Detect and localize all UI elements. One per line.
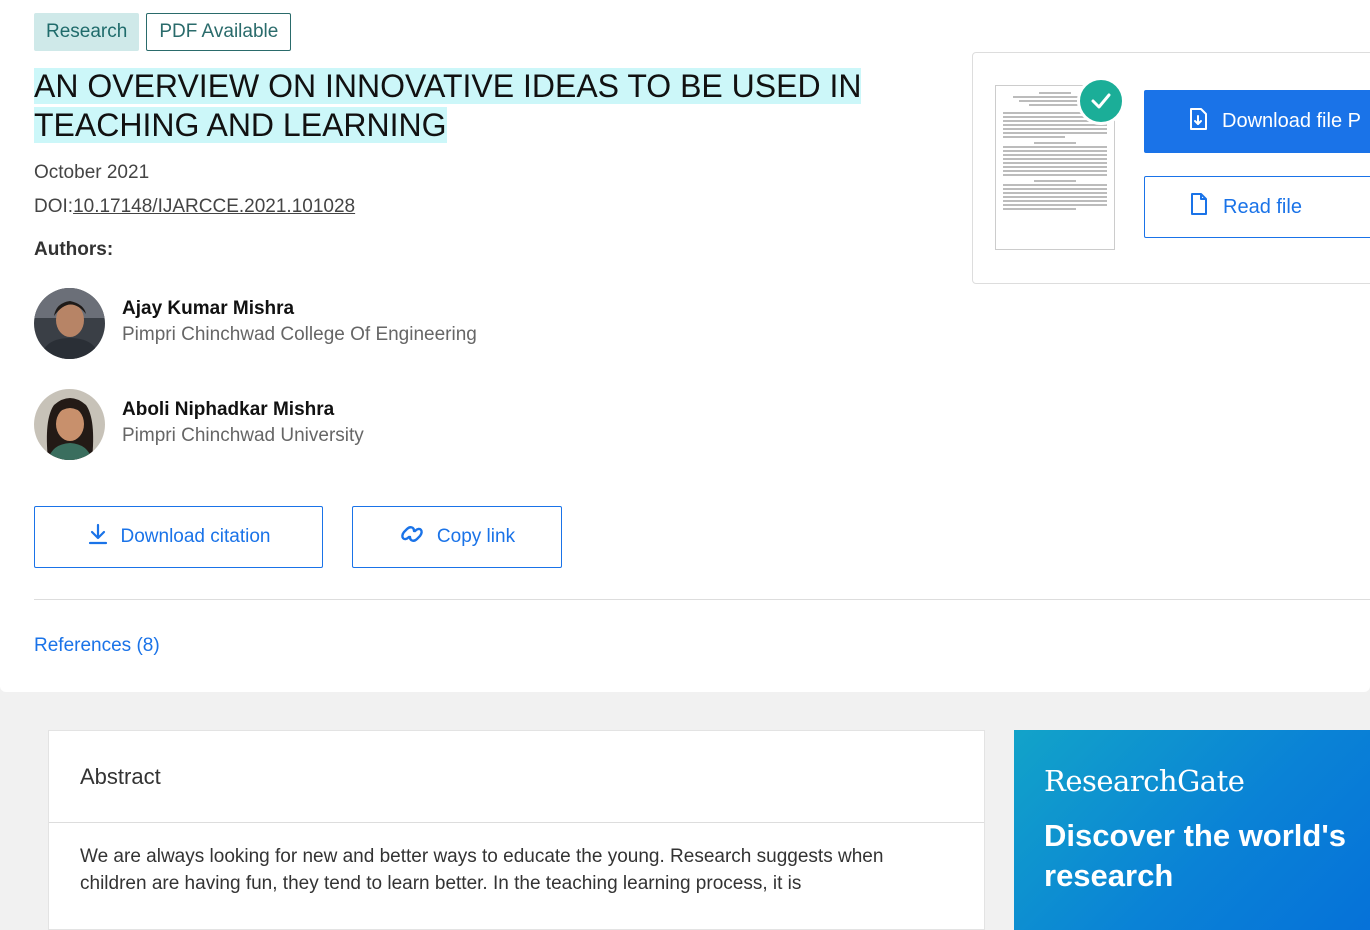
promo-headline: Discover the world's research <box>1044 818 1346 893</box>
abstract-text: We are always looking for new and better… <box>80 846 884 894</box>
file-icon <box>1189 192 1209 222</box>
author-item[interactable]: Aboli Niphadkar Mishra Pimpri Chinchwad … <box>34 389 364 460</box>
publication-header: Research PDF Available AN OVERVIEW ON IN… <box>0 0 1370 692</box>
read-file-label: Read file <box>1223 195 1302 218</box>
copy-link-label: Copy link <box>436 526 516 547</box>
check-icon <box>1077 77 1125 125</box>
author-item[interactable]: Ajay Kumar Mishra Pimpri Chinchwad Colle… <box>34 288 477 359</box>
doi-prefix: DOI: <box>34 196 74 217</box>
link-icon <box>399 523 425 551</box>
author-avatar[interactable] <box>34 288 105 359</box>
read-file-button[interactable]: Read file <box>1144 176 1370 238</box>
download-file-button[interactable]: Download file P <box>1144 90 1370 153</box>
download-file-label: Download file P <box>1222 110 1361 132</box>
publication-title: AN OVERVIEW ON INNOVATIVE IDEAS TO BE US… <box>34 68 862 143</box>
researchgate-logo: ResearchGate <box>1044 764 1245 798</box>
authors-label: Authors: <box>34 239 114 260</box>
author-affiliation: Pimpri Chinchwad University <box>122 425 364 446</box>
references-tab[interactable]: References (8) <box>34 635 160 657</box>
doi-line: DOI:10.17148/IJARCCE.2021.101028 <box>34 196 355 218</box>
research-badge[interactable]: Research <box>34 13 140 51</box>
file-download-icon <box>1188 107 1208 137</box>
researchgate-promo[interactable]: ResearchGate Discover the world's resear… <box>1014 730 1370 930</box>
author-name[interactable]: Ajay Kumar Mishra <box>122 297 477 321</box>
download-citation-label: Download citation <box>120 526 271 547</box>
author-name[interactable]: Aboli Niphadkar Mishra <box>122 398 364 422</box>
doi-link[interactable]: 10.17148/IJARCCE.2021.101028 <box>73 196 355 217</box>
copy-link-button[interactable]: Copy link <box>352 506 562 568</box>
file-panel <box>972 52 1370 284</box>
abstract-heading: Abstract <box>49 731 984 823</box>
divider <box>34 599 1370 600</box>
download-icon <box>87 522 109 552</box>
download-citation-button[interactable]: Download citation <box>34 506 323 568</box>
author-affiliation: Pimpri Chinchwad College Of Engineering <box>122 324 477 345</box>
author-avatar[interactable] <box>34 389 105 460</box>
publication-date: October 2021 <box>34 162 150 183</box>
pdf-available-badge[interactable]: PDF Available <box>146 13 292 51</box>
abstract-card: Abstract We are always looking for new a… <box>48 730 985 930</box>
tag-list: Research PDF Available <box>34 13 292 51</box>
